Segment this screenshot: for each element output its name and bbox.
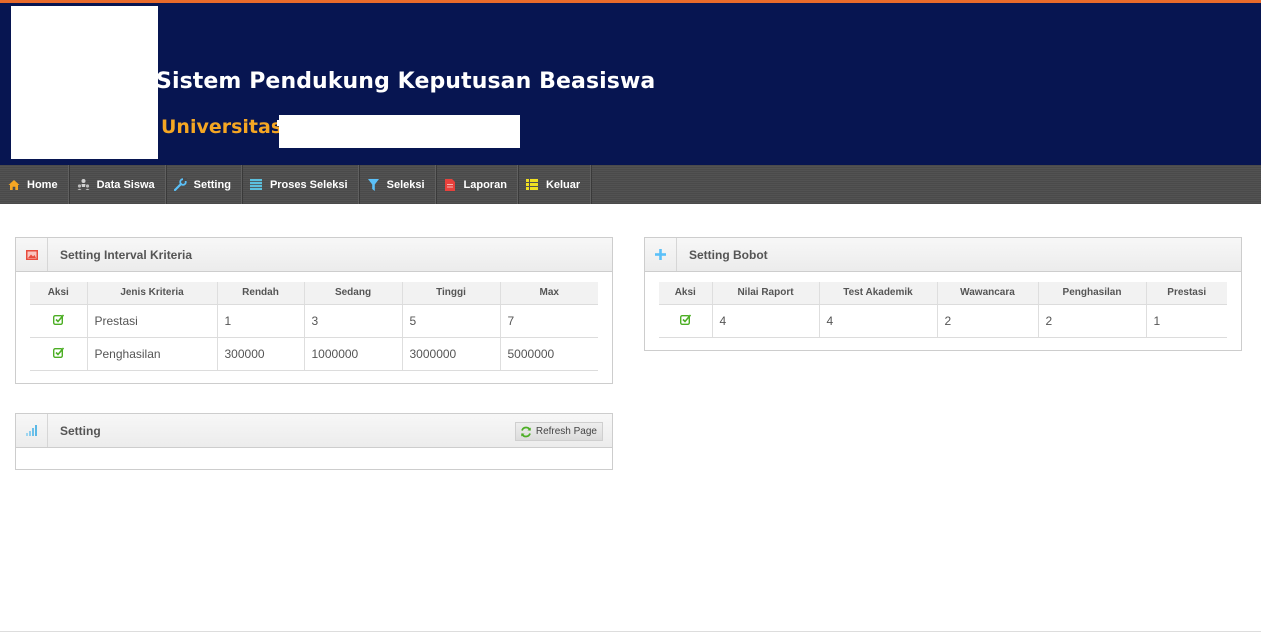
column-header: Aksi bbox=[30, 282, 87, 305]
nav-keluar-label: Keluar bbox=[545, 178, 581, 191]
column-header: Penghasilan bbox=[1037, 282, 1146, 305]
column-header: Aksi bbox=[659, 282, 712, 305]
aksi-cell bbox=[659, 304, 712, 338]
sedang-cell: 3 bbox=[303, 304, 402, 338]
max-cell: 5000000 bbox=[499, 337, 598, 371]
interval-kriteria-panel-header: Setting Interval Kriteria bbox=[16, 238, 612, 272]
column-header: Nilai Raport bbox=[711, 282, 819, 305]
table-row: Penghasilan 300000 1000000 3000000 50000… bbox=[30, 337, 598, 371]
setting-panel-header: Setting Refresh Page bbox=[16, 414, 612, 448]
report-icon bbox=[444, 178, 457, 191]
plus-icon bbox=[645, 238, 677, 271]
tinggi-cell: 3000000 bbox=[401, 337, 500, 371]
footer-divider bbox=[0, 631, 1261, 632]
setting-panel: Setting Refresh Page bbox=[15, 413, 613, 470]
nav-laporan-label: Laporan bbox=[463, 178, 507, 191]
wawancara-cell: 2 bbox=[936, 304, 1038, 338]
setting-bobot-panel-header: Setting Bobot bbox=[645, 238, 1241, 272]
column-header: Wawancara bbox=[936, 282, 1038, 305]
refresh-page-button[interactable]: Refresh Page bbox=[514, 422, 603, 441]
nav-setting[interactable]: Setting bbox=[167, 165, 243, 204]
column-header: Sedang bbox=[303, 282, 402, 305]
home-icon bbox=[7, 178, 20, 191]
app-title: Sistem Pendukung Keputusan Beasiswa bbox=[156, 69, 656, 94]
table-row: Prestasi 1 3 5 7 bbox=[30, 304, 598, 338]
interval-kriteria-body: Aksi Jenis Kriteria Rendah Sedang Tinggi… bbox=[16, 272, 612, 382]
interval-kriteria-table: Aksi Jenis Kriteria Rendah Sedang Tinggi… bbox=[30, 282, 598, 371]
column-header: Rendah bbox=[216, 282, 304, 305]
edit-icon[interactable] bbox=[52, 313, 64, 325]
interval-kriteria-title: Setting Interval Kriteria bbox=[60, 247, 193, 262]
interval-kriteria-panel: Setting Interval Kriteria Aksi Jenis Kri… bbox=[15, 237, 613, 384]
setting-bobot-table: Aksi Nilai Raport Test Akademik Wawancar… bbox=[659, 282, 1227, 338]
nav-keluar[interactable]: Keluar bbox=[519, 165, 593, 204]
nilai-raport-cell: 4 bbox=[711, 304, 819, 338]
rendah-cell: 300000 bbox=[216, 337, 304, 371]
jenis-kriteria-cell: Prestasi bbox=[86, 304, 217, 338]
nav-data-siswa-label: Data Siswa bbox=[96, 178, 155, 191]
edit-icon[interactable] bbox=[679, 313, 691, 325]
jenis-kriteria-cell: Penghasilan bbox=[86, 337, 217, 371]
list-icon bbox=[250, 178, 263, 191]
sedang-cell: 1000000 bbox=[303, 337, 402, 371]
university-name-redacted bbox=[279, 115, 520, 148]
app-header: Sistem Pendukung Keputusan Beasiswa Univ… bbox=[0, 3, 1261, 165]
setting-bobot-title: Setting Bobot bbox=[689, 247, 768, 262]
wrench-icon bbox=[173, 178, 187, 191]
tinggi-cell: 5 bbox=[401, 304, 500, 338]
column-header: Tinggi bbox=[401, 282, 500, 305]
nav-home[interactable]: Home bbox=[0, 165, 70, 204]
setting-bobot-body: Aksi Nilai Raport Test Akademik Wawancar… bbox=[645, 272, 1241, 349]
logo-placeholder bbox=[11, 6, 158, 159]
nav-laporan[interactable]: Laporan bbox=[437, 165, 519, 204]
nav-data-siswa[interactable]: Data Siswa bbox=[70, 165, 167, 204]
nav-home-label: Home bbox=[27, 178, 58, 191]
nav-seleksi-label: Seleksi bbox=[386, 178, 425, 191]
users-icon bbox=[77, 178, 90, 191]
signal-bars-icon bbox=[16, 414, 48, 447]
prestasi-cell: 1 bbox=[1145, 304, 1227, 338]
column-header: Test Akademik bbox=[818, 282, 937, 305]
filter-icon bbox=[367, 178, 380, 191]
table-header-row: Aksi Nilai Raport Test Akademik Wawancar… bbox=[659, 282, 1227, 305]
penghasilan-cell: 2 bbox=[1037, 304, 1146, 338]
test-akademik-cell: 4 bbox=[818, 304, 937, 338]
nav-proses-seleksi[interactable]: Proses Seleksi bbox=[243, 165, 360, 204]
nav-setting-label: Setting bbox=[193, 178, 231, 191]
image-icon bbox=[16, 238, 48, 271]
column-header: Prestasi bbox=[1145, 282, 1227, 305]
university-label: Universitas bbox=[161, 116, 283, 138]
table-row: 4 4 2 2 1 bbox=[659, 304, 1227, 338]
max-cell: 7 bbox=[499, 304, 598, 338]
aksi-cell bbox=[30, 304, 87, 338]
aksi-cell bbox=[30, 337, 87, 371]
column-header: Jenis Kriteria bbox=[86, 282, 217, 305]
main-navbar: Home Data Siswa Setting Proses Seleksi S… bbox=[0, 165, 1261, 204]
list-yellow-icon bbox=[526, 178, 539, 191]
nav-proses-seleksi-label: Proses Seleksi bbox=[269, 178, 348, 191]
column-header: Max bbox=[499, 282, 598, 305]
refresh-icon bbox=[520, 426, 532, 438]
edit-icon[interactable] bbox=[52, 346, 64, 358]
table-header-row: Aksi Jenis Kriteria Rendah Sedang Tinggi… bbox=[30, 282, 598, 305]
setting-bobot-panel: Setting Bobot Aksi Nilai Raport Test Aka… bbox=[644, 237, 1242, 351]
rendah-cell: 1 bbox=[216, 304, 304, 338]
nav-seleksi[interactable]: Seleksi bbox=[360, 165, 437, 204]
refresh-page-label: Refresh Page bbox=[535, 426, 597, 437]
setting-panel-title: Setting bbox=[60, 423, 101, 438]
